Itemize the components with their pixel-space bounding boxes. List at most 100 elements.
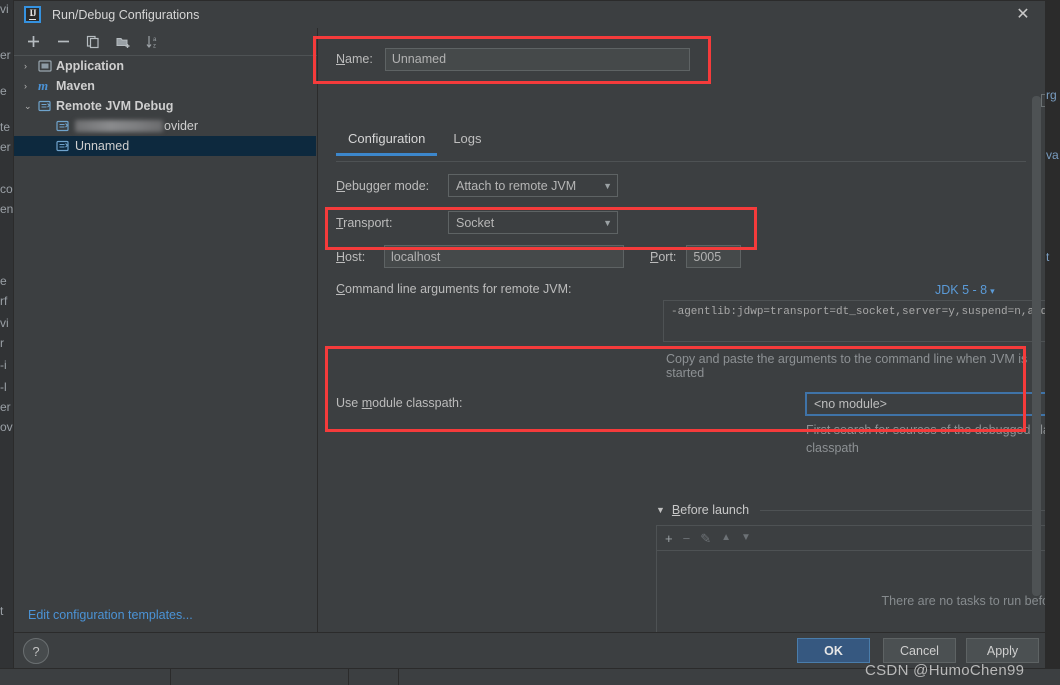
cmdline-arguments-textarea[interactable]: -agentlib:jdwp=transport=dt_socket,serve…	[663, 300, 1045, 342]
background-text-fragment: r	[0, 336, 4, 350]
port-label: Port:	[650, 249, 677, 264]
name-row: Name:	[336, 46, 1026, 72]
chevron-down-icon[interactable]: ⌄	[24, 101, 38, 112]
background-text-fragment: ov	[0, 420, 13, 434]
add-configuration-button[interactable]	[22, 32, 44, 52]
background-text-fragment: rf	[0, 294, 8, 308]
background-text-fragment: e	[0, 84, 7, 98]
background-ide-right-strip: rg va t	[1046, 0, 1060, 684]
before-launch-header: ▼ Before launch	[656, 503, 1045, 517]
configurations-tree[interactable]: › Application › m Maven ⌄ Remote JVM Debug ovid…	[14, 56, 316, 598]
allow-parallel-run-box[interactable]	[1041, 93, 1045, 107]
tree-item-application[interactable]: › Application	[14, 56, 316, 76]
dialog-titlebar: IJ Run/Debug Configurations ✕	[14, 1, 1045, 28]
tree-item-label: Maven	[56, 79, 95, 93]
module-classpath-dropdown[interactable]: <no module> ▼	[805, 392, 1045, 416]
chevron-right-icon[interactable]: ›	[24, 81, 38, 91]
remove-configuration-button[interactable]	[52, 32, 74, 52]
before-launch-toolbar: + − ✎ ▲ ▼	[657, 526, 1045, 551]
before-launch-edit-icon[interactable]: ✎	[700, 532, 711, 545]
statusbar-cell	[348, 669, 399, 685]
configuration-tabs: Configuration Logs	[336, 128, 1026, 156]
before-launch-move-down-icon[interactable]: ▼	[741, 533, 751, 543]
background-text-fragment: t	[1046, 250, 1050, 264]
configurations-left-panel: a z › Application › m Maven ⌄ Remote JVM Debug…	[14, 28, 318, 632]
chevron-down-icon: ▼	[603, 217, 612, 228]
redacted-text	[75, 120, 163, 132]
background-text-fragment: t	[0, 604, 4, 618]
maven-icon: m	[38, 78, 49, 93]
background-text-fragment: vi	[0, 316, 9, 330]
tree-item-label-visible: ovider	[164, 119, 199, 133]
cancel-button[interactable]: Cancel	[883, 638, 956, 663]
copy-configuration-button[interactable]	[82, 32, 104, 52]
tab-logs[interactable]: Logs	[441, 128, 493, 156]
port-input[interactable]	[686, 245, 742, 268]
debugger-mode-row: Debugger mode: Attach to remote JVM ▼	[336, 174, 618, 197]
transport-dropdown[interactable]: Socket ▼	[448, 211, 618, 234]
before-launch-collapse-icon[interactable]: ▼	[656, 505, 665, 515]
background-text-fragment: en	[0, 202, 13, 216]
cmdline-label-row: Command line arguments for remote JVM:	[336, 282, 572, 296]
name-label: Name:	[336, 52, 373, 66]
transport-row: Transport: Socket ▼	[336, 211, 618, 234]
background-text-fragment: vi	[0, 2, 9, 16]
host-input[interactable]	[384, 245, 624, 268]
background-text-fragment: te	[0, 120, 11, 134]
jdk-version-selector[interactable]: JDK 5 - 8 ▾	[935, 283, 995, 297]
tree-item-label: ovider	[75, 119, 198, 133]
watermark: CSDN @HumoChen99	[865, 662, 1025, 679]
edit-configuration-templates-link[interactable]: Edit configuration templates...	[28, 608, 193, 622]
svg-text:z: z	[153, 43, 156, 49]
transport-label: Transport:	[336, 215, 393, 230]
apply-button[interactable]: Apply	[966, 638, 1039, 663]
tree-item-redacted[interactable]: ovider	[14, 116, 316, 136]
host-port-row: Host: Port:	[336, 245, 742, 268]
transport-value: Socket	[456, 215, 495, 230]
tree-item-label: Unnamed	[75, 139, 130, 153]
run-debug-configurations-dialog: IJ Run/Debug Configurations ✕ a z › Appl…	[13, 0, 1046, 668]
ok-button[interactable]: OK	[797, 638, 870, 663]
save-configuration-button[interactable]	[112, 32, 134, 52]
debugger-mode-label: Debugger mode:	[336, 178, 430, 193]
allow-parallel-run-checkbox[interactable]: Allow parallel run	[1041, 79, 1045, 121]
remote-debug-icon	[38, 99, 56, 113]
dialog-title: Run/Debug Configurations	[52, 7, 200, 22]
tab-divider	[336, 161, 1026, 162]
background-text-fragment: e	[0, 274, 7, 288]
dialog-body: a z › Application › m Maven ⌄ Remote JVM Debug…	[14, 28, 1045, 632]
before-launch-add-button[interactable]: +	[665, 532, 673, 545]
debugger-mode-value: Attach to remote JVM	[456, 178, 577, 193]
before-launch-remove-button[interactable]: −	[683, 532, 691, 545]
tab-configuration[interactable]: Configuration	[336, 128, 438, 156]
close-icon[interactable]: ✕	[1013, 5, 1033, 25]
cmdline-hint-text: Copy and paste the arguments to the comm…	[666, 352, 1028, 380]
help-button[interactable]: ?	[23, 638, 49, 664]
tree-item-maven[interactable]: › m Maven	[14, 76, 316, 96]
background-text-fragment: er	[0, 140, 11, 154]
background-text-fragment: rg	[1046, 88, 1057, 102]
tree-item-label: Remote JVM Debug	[56, 99, 174, 113]
remote-debug-icon	[56, 119, 75, 133]
before-launch-separator	[760, 509, 1045, 511]
chevron-down-icon: ▾	[990, 286, 995, 296]
jdk-version-label: JDK 5 - 8	[935, 283, 988, 297]
tree-item-label: Application	[56, 59, 125, 73]
before-launch-empty-text: There are no tasks to run before launch	[881, 593, 1045, 608]
background-text-fragment: -l	[0, 380, 7, 394]
before-launch-title: Before launch	[671, 503, 750, 517]
sort-az-button[interactable]: a z	[142, 32, 164, 52]
svg-text:a: a	[153, 37, 157, 43]
name-input[interactable]	[384, 47, 690, 71]
vertical-scrollbar[interactable]	[1032, 96, 1041, 596]
chevron-right-icon[interactable]: ›	[24, 61, 38, 71]
tree-item-unnamed[interactable]: Unnamed	[14, 136, 316, 156]
cmdline-label: Command line arguments for remote JVM:	[336, 282, 572, 296]
module-classpath-label-row: Use module classpath:	[336, 396, 462, 410]
debugger-mode-dropdown[interactable]: Attach to remote JVM ▼	[448, 174, 618, 197]
module-classpath-hint-text: First search for sources of the debugged…	[806, 423, 1045, 455]
background-text-fragment: -i	[0, 358, 7, 372]
before-launch-move-up-icon[interactable]: ▲	[721, 533, 731, 543]
tree-item-remote-jvm-debug[interactable]: ⌄ Remote JVM Debug	[14, 96, 316, 116]
configuration-right-panel: Name: Allow parallel run Store as projec…	[318, 28, 1045, 632]
